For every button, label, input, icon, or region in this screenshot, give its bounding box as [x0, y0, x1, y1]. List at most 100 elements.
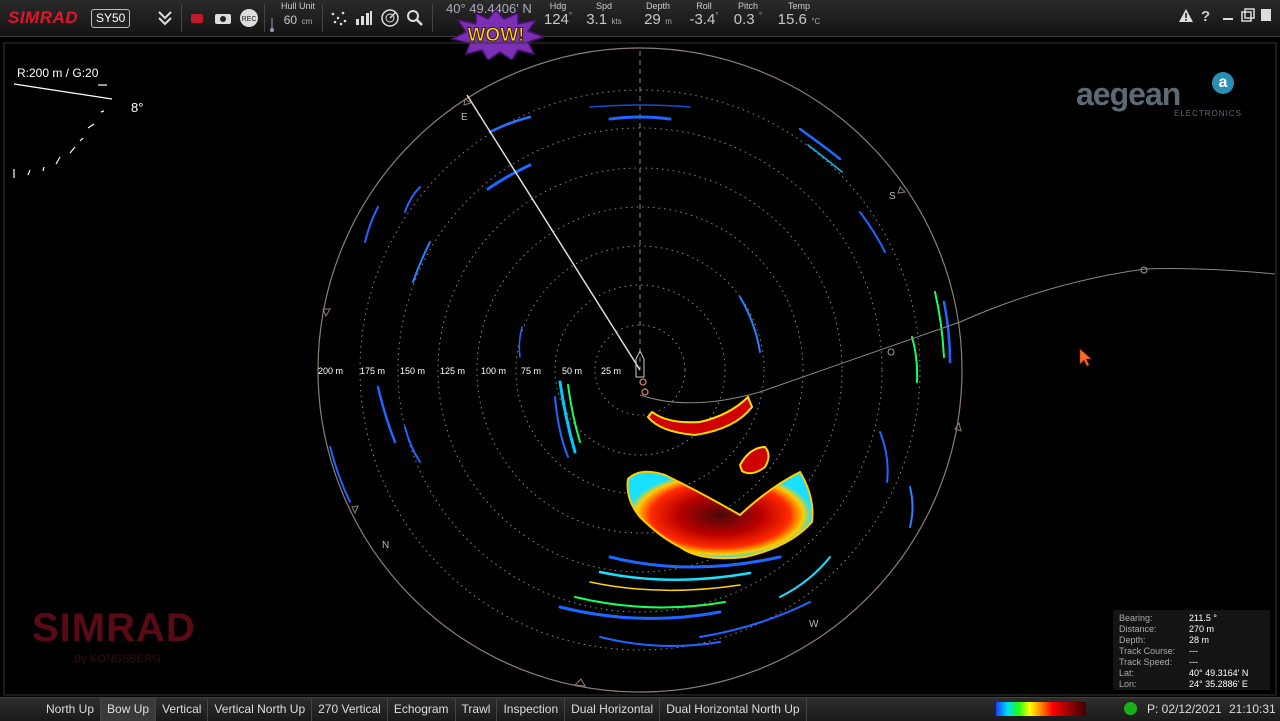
info-label: Lon: — [1119, 679, 1137, 689]
info-label: Distance: — [1119, 624, 1157, 634]
pitch-readout: Pitch 0.3 ° — [730, 1, 766, 29]
minimize-icon[interactable] — [1221, 8, 1235, 26]
range-label: 25 m — [601, 366, 621, 376]
hull-unit-label: Hull Unit — [280, 1, 315, 11]
info-value: 40° 49.3164' N — [1189, 668, 1249, 678]
info-value: --- — [1189, 657, 1198, 667]
tab-echogram[interactable]: Echogram — [388, 698, 456, 721]
heading-value: 124 — [543, 11, 569, 28]
heading-label: Hdg — [549, 1, 567, 11]
heading-line — [466, 94, 641, 371]
aegean-a-icon: a — [1212, 72, 1234, 94]
record-icon[interactable] — [186, 7, 208, 29]
pitch-unit: ° — [759, 11, 763, 20]
range-label: 75 m — [521, 366, 541, 376]
info-value: 270 m — [1189, 624, 1215, 634]
tab-dual-horizontal-north-up[interactable]: Dual Horizontal North Up — [660, 698, 807, 721]
speed-readout: Spd 3.1 kts — [584, 1, 624, 29]
sonar-display[interactable]: 200 m 175 m 150 m 125 m 100 m 75 m 50 m … — [0, 37, 1280, 697]
view-mode-tabs: North Up Bow Up Vertical Vertical North Up 2… — [40, 698, 807, 721]
info-row: Distance: 270 m — [1113, 624, 1270, 635]
zoom-icon[interactable] — [404, 7, 426, 29]
aegean-logo: aegean ELECTRONICS a — [1076, 72, 1241, 118]
roll-unit: ° — [715, 11, 719, 20]
info-value: 24° 35.2886' E — [1189, 679, 1248, 689]
roll-readout: Roll -3.4° — [684, 1, 724, 29]
camera-icon[interactable] — [212, 7, 234, 29]
info-label: Track Course: — [1119, 646, 1176, 656]
range-gain-readout: R:200 m / G:20 — [17, 66, 99, 80]
tab-inspection[interactable]: Inspection — [497, 698, 566, 721]
speed-value: 3.1 — [586, 11, 608, 28]
aegean-logo-sub: ELECTRONICS — [1174, 109, 1242, 118]
tab-bow-up[interactable]: Bow Up — [101, 698, 157, 721]
info-label: Lat: — [1119, 668, 1135, 678]
toolbar-divider — [322, 4, 323, 32]
bar-chart-icon[interactable] — [353, 7, 375, 29]
compass-north: N — [382, 540, 389, 551]
cursor-info-panel: Bearing: 211.5 ° Distance: 270 m Depth: 28 mT… — [1113, 610, 1270, 690]
temp-unit: °C — [811, 17, 821, 26]
date-readout: P: 02/12/2021 — [1147, 702, 1222, 716]
info-label: Bearing: — [1119, 613, 1153, 623]
tab-dual-horizontal[interactable]: Dual Horizontal — [565, 698, 661, 721]
depth-value: 29 — [644, 11, 661, 28]
heading-readout: Hdg 124° — [540, 1, 576, 29]
warning-icon[interactable] — [1178, 8, 1194, 27]
time-readout: 21:10:31 — [1229, 702, 1276, 716]
rec-button[interactable]: REC — [238, 7, 260, 29]
top-toolbar: SIMRAD SY50 REC Hull Unit 60 cm 40° 49.4… — [0, 0, 1280, 37]
track-waypoint[interactable] — [1140, 266, 1148, 274]
toolbar-divider — [264, 4, 265, 32]
temp-label: Temp — [787, 1, 810, 11]
close-icon[interactable] — [1260, 8, 1272, 26]
info-row: Track Course: --- — [1113, 646, 1270, 657]
compass-east: E — [461, 112, 468, 123]
tab-270-vertical[interactable]: 270 Vertical — [312, 698, 388, 721]
tilt-gauge — [13, 83, 113, 178]
rec-label: REC — [242, 16, 257, 23]
tab-north-up[interactable]: North Up — [40, 698, 102, 721]
tab-trawl[interactable]: Trawl — [456, 698, 498, 721]
watermark-sub: By KONGSBERG — [74, 653, 161, 665]
tab-vertical-north-up[interactable]: Vertical North Up — [208, 698, 313, 721]
roll-value: -3.4 — [689, 11, 716, 28]
tab-vertical[interactable]: Vertical — [156, 698, 209, 721]
hull-unit-value: 60 — [283, 13, 298, 27]
depth-label: Depth — [645, 1, 671, 11]
depth-readout: Depth 29 m — [640, 1, 676, 29]
pitch-value: 0.3 — [733, 11, 755, 28]
depth-unit: m — [665, 17, 672, 26]
hull-unit-icon — [266, 14, 278, 36]
tilt-readout: 8° — [131, 100, 144, 115]
info-value: 211.5 ° — [1189, 613, 1217, 623]
menu-chevron-icon[interactable] — [154, 7, 176, 29]
simrad-watermark: SIMRAD By KONGSBERG — [32, 606, 196, 665]
hull-unit-unit: cm — [301, 17, 313, 26]
fish-school-echo — [738, 445, 770, 475]
restore-icon[interactable] — [1241, 8, 1255, 26]
range-label: 100 m — [481, 366, 506, 376]
info-row: Depth: 28 m — [1113, 635, 1270, 646]
range-label: 50 m — [562, 366, 582, 376]
info-label: Track Speed: — [1119, 657, 1173, 667]
vessel-track — [639, 268, 1276, 404]
help-icon[interactable]: ? — [1201, 8, 1210, 25]
info-row: Bearing: 211.5 ° — [1113, 613, 1270, 624]
scatter-icon[interactable] — [328, 7, 350, 29]
range-label: 200 m — [318, 366, 343, 376]
temp-readout: Temp 15.6 °C — [776, 1, 822, 29]
info-row: Lat: 40° 49.3164' N — [1113, 668, 1270, 679]
info-row: Lon: 24° 35.2886' E — [1113, 679, 1270, 690]
bottom-bar: North Up Bow Up Vertical Vertical North Up 2… — [0, 697, 1280, 721]
hull-unit-readout[interactable]: Hull Unit 60 cm — [278, 1, 318, 29]
info-label: Depth: — [1119, 635, 1146, 645]
speed-label: Spd — [595, 1, 612, 11]
echo-color-scale — [996, 702, 1086, 716]
info-row: Track Speed: --- — [1113, 657, 1270, 668]
pitch-label: Pitch — [737, 1, 758, 11]
sonar-sweep-icon[interactable] — [379, 7, 401, 29]
roll-label: Roll — [696, 1, 712, 11]
track-waypoint[interactable] — [887, 348, 895, 356]
range-label: 175 m — [360, 366, 385, 376]
